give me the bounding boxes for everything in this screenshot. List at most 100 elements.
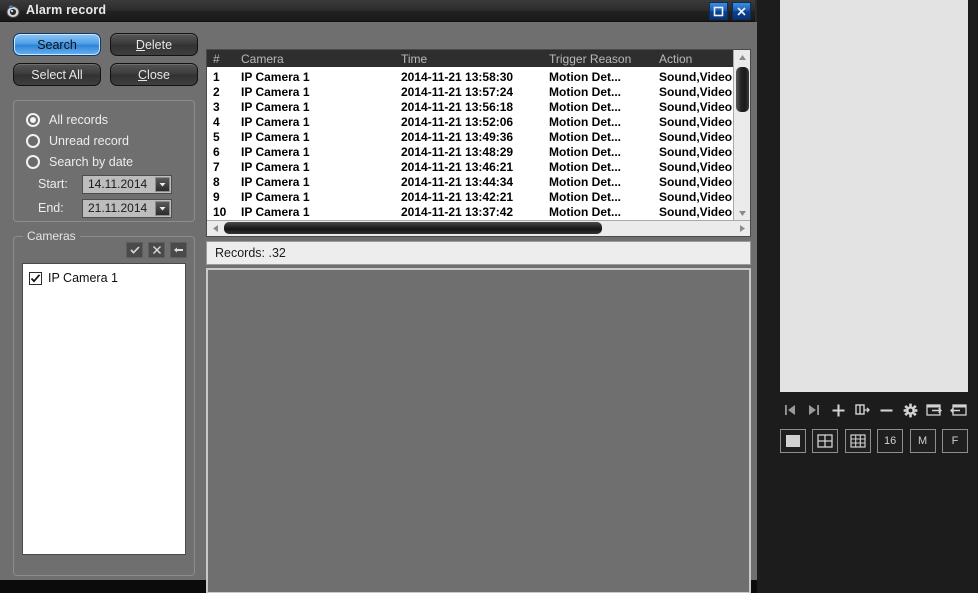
start-date-row: Start: 14.11.2014 (14, 172, 194, 196)
table-row[interactable]: 7 IP Camera 1 2014-11-21 13:46:21 Motion De… (207, 159, 750, 174)
dialog-title: Alarm record (26, 3, 107, 17)
cell-time: 2014-11-21 13:42:21 (401, 189, 514, 204)
cell-index: 3 (213, 99, 220, 114)
filter-label: Unread record (49, 133, 129, 148)
cell-index: 5 (213, 129, 220, 144)
cell-index: 1 (213, 69, 220, 84)
column-header-index[interactable]: # (207, 52, 235, 66)
end-date-input[interactable]: 21.11.2014 (82, 198, 172, 218)
right-sidebar: 16 M F (757, 0, 978, 593)
previous-icon[interactable] (780, 400, 800, 420)
camera-icon (5, 3, 21, 19)
end-date-dropdown-icon[interactable] (155, 200, 170, 216)
column-header-time[interactable]: Time (395, 52, 543, 66)
dialog-body: Search Delete Select All Close All recor… (0, 22, 757, 593)
horizontal-scroll-track[interactable] (223, 221, 734, 236)
list-item[interactable]: IP Camera 1 (23, 268, 185, 288)
layout-4-icon[interactable] (812, 429, 839, 453)
layout-buttons: 16 M F (780, 428, 968, 454)
filter-option-search-by-date[interactable]: Search by date (14, 151, 194, 172)
layout-m-icon[interactable]: M (909, 429, 936, 453)
filter-option-unread-record[interactable]: Unread record (14, 130, 194, 151)
radio-icon[interactable] (26, 112, 40, 127)
close-dialog-button[interactable]: Close (110, 63, 198, 86)
cell-time: 2014-11-21 13:52:06 (401, 114, 514, 129)
records-count: Records: .32 (215, 246, 286, 260)
maximize-button[interactable] (709, 2, 728, 20)
alarm-table[interactable]: # Camera Time Trigger Reason Action 1 IP … (206, 49, 751, 237)
scroll-up-icon[interactable] (734, 50, 750, 65)
cell-camera: IP Camera 1 (241, 189, 310, 204)
horizontal-scrollbar[interactable] (207, 220, 750, 236)
vertical-scrollbar[interactable] (733, 50, 750, 221)
end-date-label: End: (38, 201, 64, 215)
table-row[interactable]: 4 IP Camera 1 2014-11-21 13:52:06 Motion De… (207, 114, 750, 129)
radio-icon[interactable] (26, 154, 40, 169)
start-date-label: Start: (38, 177, 68, 191)
next-icon[interactable] (804, 400, 824, 420)
check-all-icon[interactable] (126, 242, 143, 258)
settings-gear-icon[interactable] (900, 400, 920, 420)
filter-option-all-records[interactable]: All records (14, 109, 194, 130)
cell-index: 6 (213, 144, 220, 159)
cell-trigger: Motion Det... (549, 69, 621, 84)
table-row[interactable]: 10 IP Camera 1 2014-11-21 13:37:42 Motion D… (207, 204, 750, 219)
invert-selection-icon[interactable] (170, 242, 187, 258)
radio-icon[interactable] (26, 133, 40, 148)
status-bar: Records: .32 (206, 241, 751, 265)
table-row[interactable]: 5 IP Camera 1 2014-11-21 13:49:36 Motion De… (207, 129, 750, 144)
start-date-input[interactable]: 14.11.2014 (82, 174, 172, 194)
cell-time: 2014-11-21 13:58:30 (401, 69, 514, 84)
filter-label: All records (49, 112, 109, 127)
uncheck-all-icon[interactable] (148, 242, 165, 258)
layout-1-icon[interactable] (780, 429, 806, 453)
preview-area[interactable] (206, 268, 751, 593)
search-button[interactable]: Search (13, 33, 101, 56)
table-row[interactable]: 2 IP Camera 1 2014-11-21 13:57:24 Motion De… (207, 84, 750, 99)
cell-trigger: Motion Det... (549, 174, 621, 189)
cell-time: 2014-11-21 13:44:34 (401, 174, 514, 189)
layout-f-icon[interactable]: F (941, 429, 968, 453)
layout-9-icon[interactable] (844, 429, 871, 453)
cell-trigger: Motion Det... (549, 189, 621, 204)
scroll-down-icon[interactable] (734, 206, 750, 221)
camera-list[interactable]: IP Camera 1 (22, 263, 186, 555)
table-row[interactable]: 1 IP Camera 1 2014-11-21 13:58:30 Motion De… (207, 69, 750, 84)
start-date-dropdown-icon[interactable] (155, 176, 170, 192)
add-group-icon[interactable] (852, 400, 872, 420)
video-preview-panel[interactable] (780, 0, 968, 392)
import-icon[interactable] (948, 400, 968, 420)
cameras-title: Cameras (23, 229, 80, 243)
action-buttons: Search Delete Select All Close (13, 33, 200, 86)
table-row[interactable]: 3 IP Camera 1 2014-11-21 13:56:18 Motion De… (207, 99, 750, 114)
cell-camera: IP Camera 1 (241, 174, 310, 189)
scroll-right-icon[interactable] (734, 221, 750, 236)
dialog-titlebar[interactable]: Alarm record (0, 0, 755, 22)
table-row[interactable]: 9 IP Camera 1 2014-11-21 13:42:21 Motion De… (207, 189, 750, 204)
filter-label: Search by date (49, 154, 134, 169)
cameras-groupbox: Cameras IP Camera 1 (13, 229, 195, 576)
vertical-scroll-thumb[interactable] (736, 67, 749, 112)
delete-button[interactable]: Delete (110, 33, 198, 56)
horizontal-scroll-thumb[interactable] (224, 222, 602, 234)
checkbox-icon[interactable] (29, 271, 42, 285)
cell-trigger: Motion Det... (549, 144, 621, 159)
remove-icon[interactable] (876, 400, 896, 420)
select-all-button[interactable]: Select All (13, 63, 101, 86)
table-row[interactable]: 6 IP Camera 1 2014-11-21 13:48:29 Motion De… (207, 144, 750, 159)
add-icon[interactable] (828, 400, 848, 420)
export-icon[interactable] (924, 400, 944, 420)
cell-trigger: Motion Det... (549, 114, 621, 129)
column-header-trigger[interactable]: Trigger Reason (543, 52, 653, 66)
close-button[interactable] (732, 2, 751, 20)
layout-16-icon[interactable]: 16 (877, 429, 904, 453)
scroll-left-icon[interactable] (207, 221, 223, 236)
cell-trigger: Motion Det... (549, 129, 621, 144)
table-row[interactable]: 8 IP Camera 1 2014-11-21 13:44:34 Motion De… (207, 174, 750, 189)
cell-camera: IP Camera 1 (241, 204, 310, 219)
cell-time: 2014-11-21 13:48:29 (401, 144, 514, 159)
cell-time: 2014-11-21 13:49:36 (401, 129, 514, 144)
cell-index: 7 (213, 159, 220, 174)
alarm-record-dialog: Alarm record Search Delete Select All Cl… (0, 0, 757, 593)
column-header-camera[interactable]: Camera (235, 52, 395, 66)
